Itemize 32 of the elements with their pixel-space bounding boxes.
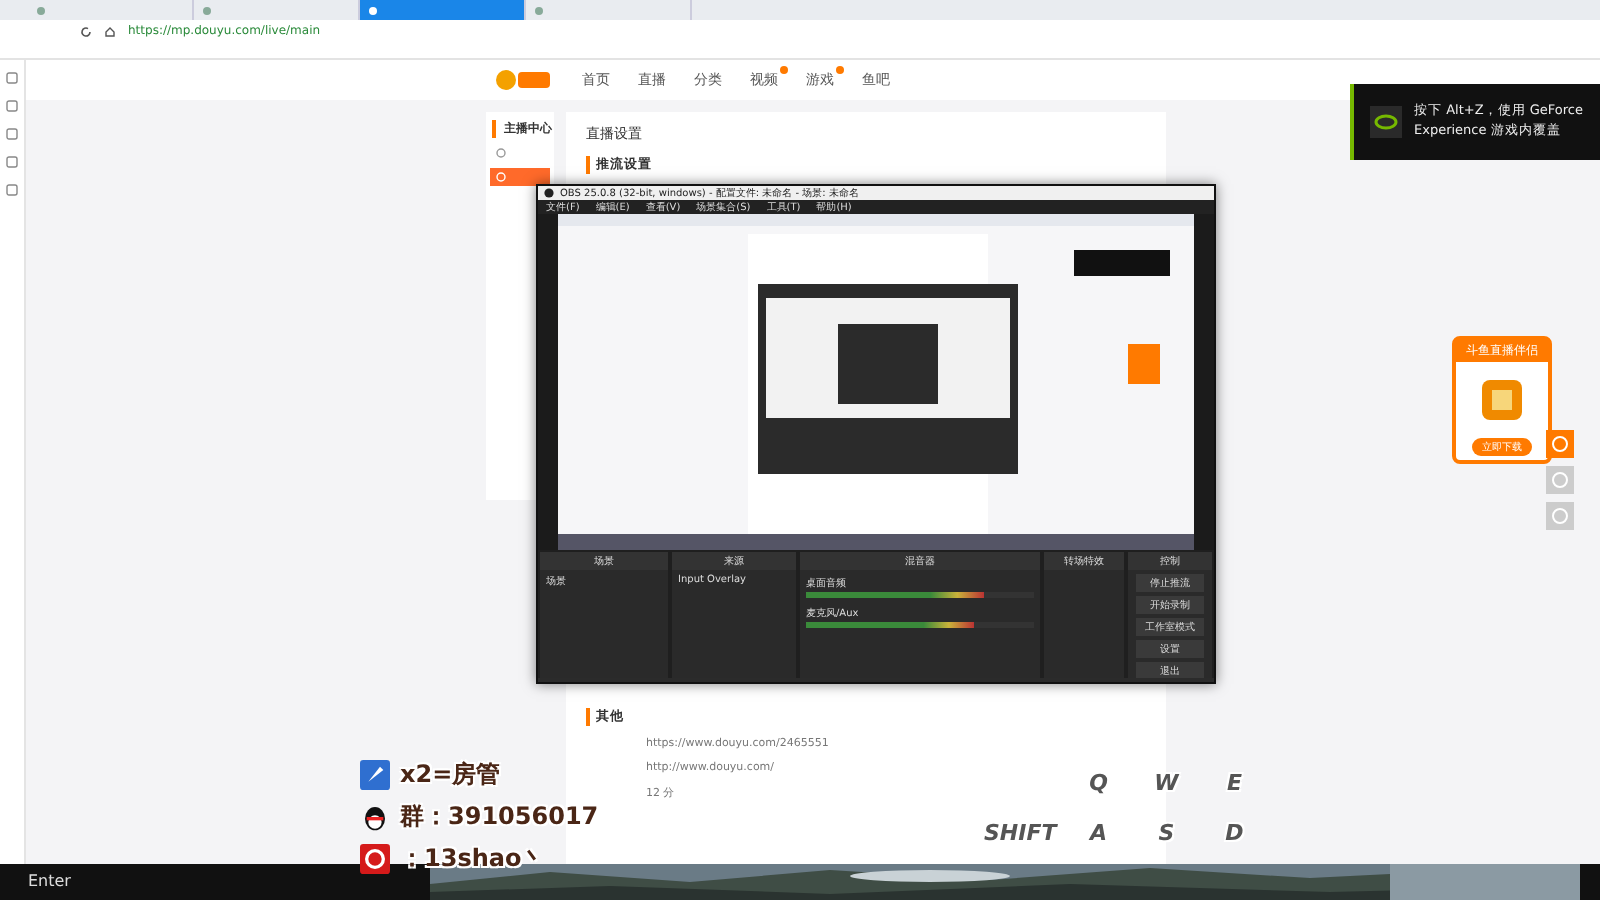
sidebar-icon[interactable] bbox=[6, 128, 18, 140]
app-icon bbox=[1482, 380, 1522, 420]
overlay-text: 群：391056017 bbox=[398, 800, 601, 834]
browser-tab[interactable] bbox=[360, 0, 526, 20]
favicon-icon bbox=[202, 5, 212, 15]
float-button-icon[interactable] bbox=[1546, 466, 1574, 494]
key-label: S bbox=[1156, 820, 1177, 846]
sidebar-icon[interactable] bbox=[6, 156, 18, 168]
eye-icon bbox=[1370, 106, 1402, 138]
taskbar-label: Enter bbox=[28, 872, 71, 894]
key-label: E bbox=[1224, 770, 1244, 796]
sidebar-item[interactable] bbox=[490, 168, 550, 186]
favicon-icon bbox=[534, 5, 544, 15]
key-label: A bbox=[1087, 820, 1109, 846]
sidebar-icon[interactable] bbox=[6, 184, 18, 196]
menu-icon bbox=[496, 172, 506, 182]
overlay-text: x2=房管 bbox=[398, 758, 503, 792]
menu-icon bbox=[496, 148, 506, 158]
home-icon[interactable] bbox=[104, 25, 116, 37]
float-button-icon[interactable] bbox=[1546, 430, 1574, 458]
key-label: D bbox=[1223, 820, 1246, 846]
sidebar-icon[interactable] bbox=[6, 100, 18, 112]
reload-icon[interactable] bbox=[80, 25, 92, 37]
favicon-icon bbox=[368, 5, 378, 15]
logo-icon[interactable] bbox=[494, 66, 554, 94]
key-label: W bbox=[1152, 770, 1182, 796]
sidebar-icon[interactable] bbox=[6, 72, 18, 84]
float-button-icon[interactable] bbox=[1546, 502, 1574, 530]
key-label: Q bbox=[1087, 770, 1110, 796]
penguin-icon bbox=[360, 802, 390, 832]
key-label: SHIFT bbox=[982, 820, 1060, 846]
favicon-icon bbox=[36, 5, 46, 15]
